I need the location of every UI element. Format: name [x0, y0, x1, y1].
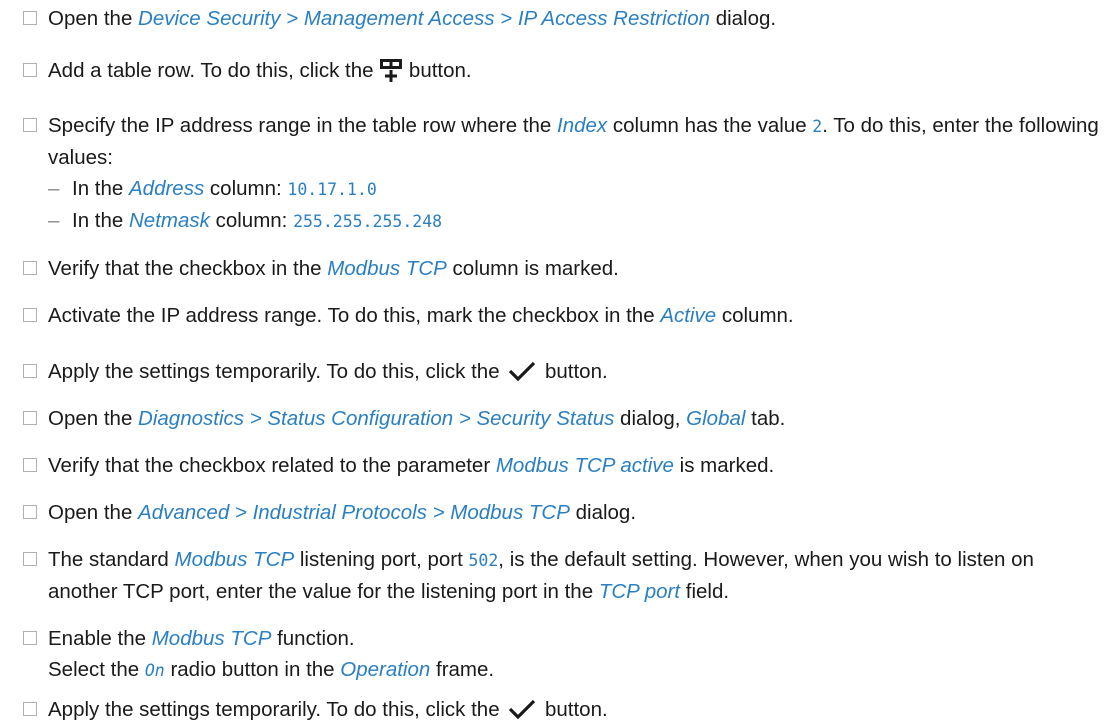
procedure-document: Open the Device Security > Management Ac…	[0, 0, 1112, 727]
step-checkbox[interactable]	[23, 458, 37, 472]
step-checkbox[interactable]	[23, 702, 37, 716]
step-text: Open the Device Security > Management Ac…	[48, 7, 777, 30]
sub-item-address: – In the Address column: 10.17.1.0	[48, 177, 377, 200]
checkmark-icon	[505, 695, 539, 726]
step-checkbox[interactable]	[23, 552, 37, 566]
step-checkbox[interactable]	[23, 118, 37, 132]
menu-path: Device Security > Management Access > IP…	[138, 7, 710, 30]
step-checkbox[interactable]	[23, 308, 37, 322]
step-text: The standard Modbus TCP listening port, …	[48, 548, 1034, 603]
step-checkbox[interactable]	[23, 261, 37, 275]
step-text: Apply the settings temporarily. To do th…	[48, 694, 1102, 726]
step-text: Verify that the checkbox related to the …	[48, 454, 775, 477]
step-checkbox[interactable]	[23, 411, 37, 425]
checkmark-icon	[505, 357, 539, 388]
add-table-row-icon	[379, 56, 403, 87]
step-text: Specify the IP address range in the tabl…	[48, 110, 1102, 237]
step-checkbox[interactable]	[23, 11, 37, 25]
sub-item-netmask: – In the Netmask column: 255.255.255.248	[48, 209, 443, 232]
step-text: Apply the settings temporarily. To do th…	[48, 356, 1102, 388]
step-text: Enable the Modbus TCP function. Select t…	[48, 627, 495, 681]
step-text: Activate the IP address range. To do thi…	[48, 304, 794, 327]
step-checkbox[interactable]	[23, 505, 37, 519]
step-text: Verify that the checkbox in the Modbus T…	[48, 257, 619, 280]
step-checkbox[interactable]	[23, 631, 37, 645]
step-checkbox[interactable]	[23, 63, 37, 77]
step-text: Open the Advanced > Industrial Protocols…	[48, 501, 637, 524]
step-text: Add a table row. To do this, click the b…	[48, 55, 1102, 87]
step-checkbox[interactable]	[23, 364, 37, 378]
step-text: Open the Diagnostics > Status Configurat…	[48, 407, 786, 430]
